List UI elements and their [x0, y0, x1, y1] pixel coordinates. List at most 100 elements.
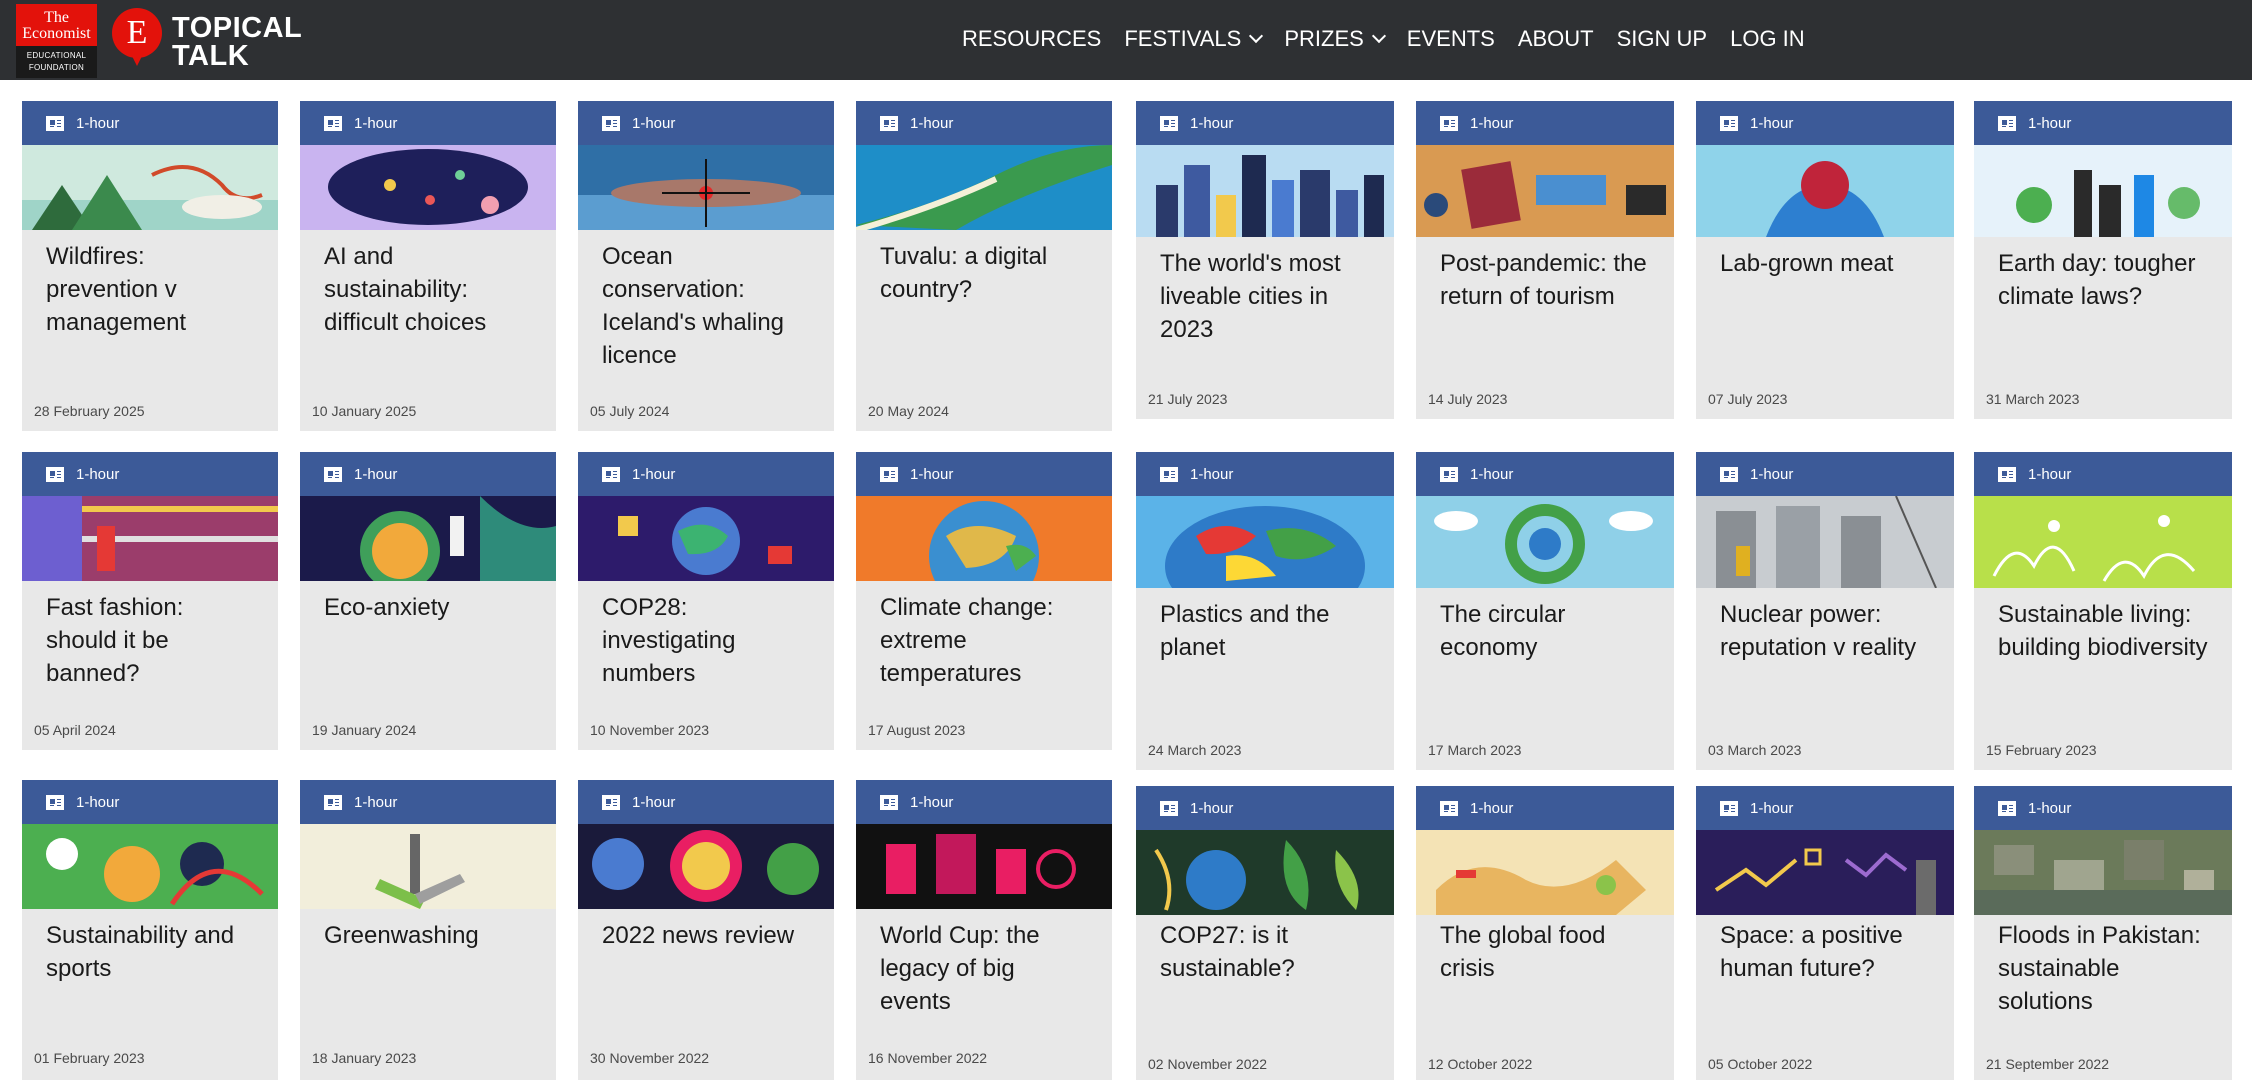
lesson-card[interactable]: 1-hour Tuvalu: a digital country? 20 May…: [856, 101, 1112, 431]
lesson-card[interactable]: 1-hour Earth day: tougher climate laws? …: [1974, 101, 2232, 419]
card-title[interactable]: Eco-anxiety: [324, 591, 534, 624]
lesson-card[interactable]: 1-hour COP27: is it sustainable? 02 Nove…: [1136, 786, 1394, 1080]
lesson-card[interactable]: 1-hour Lab-grown meat 07 July 2023: [1696, 101, 1954, 419]
card-title[interactable]: Nuclear power: reputation v reality: [1720, 598, 1930, 664]
card-duration: 1-hour: [1190, 114, 1234, 132]
card-header-bar: 1-hour: [300, 452, 556, 496]
card-date: 02 November 2022: [1148, 1056, 1268, 1072]
topical-talk-logo[interactable]: TOPICAL TALK: [172, 14, 302, 71]
card-header-bar: 1-hour: [1416, 452, 1674, 496]
lesson-card[interactable]: 1-hour World Cup: the legacy of big even…: [856, 780, 1112, 1080]
card-duration: 1-hour: [910, 793, 954, 811]
nav-prizes-label: PRIZES: [1284, 26, 1364, 51]
card-duration: 1-hour: [1470, 799, 1514, 817]
card-title[interactable]: Sustainable living: building biodiversit…: [1998, 598, 2208, 664]
card-title[interactable]: Wildfires: prevention v management: [46, 240, 256, 339]
chevron-down-icon: [1249, 28, 1264, 44]
lesson-card[interactable]: 1-hour Climate change: extreme temperatu…: [856, 452, 1112, 750]
card-title[interactable]: The circular economy: [1440, 598, 1650, 664]
card-title[interactable]: AI and sustainability: difficult choices: [324, 240, 534, 339]
card-header-bar: 1-hour: [856, 452, 1112, 496]
lesson-card[interactable]: 1-hour Plastics and the planet 24 March …: [1136, 452, 1394, 770]
lesson-card[interactable]: 1-hour Greenwashing 18 January 2023: [300, 780, 556, 1080]
nav-about[interactable]: ABOUT: [1518, 26, 1594, 52]
lesson-card[interactable]: 1-hour The world's most liveable cities …: [1136, 101, 1394, 419]
nav-events[interactable]: EVENTS: [1407, 26, 1495, 52]
lesson-doc-icon: [1720, 800, 1738, 816]
card-image: [1696, 496, 1954, 588]
lesson-card[interactable]: 1-hour Space: a positive human future? 0…: [1696, 786, 1954, 1080]
card-date: 05 October 2022: [1708, 1056, 1813, 1072]
card-title[interactable]: Plastics and the planet: [1160, 598, 1370, 664]
economist-logo-title: The Economist: [22, 9, 91, 42]
card-header-bar: 1-hour: [578, 452, 834, 496]
card-title[interactable]: 2022 news review: [602, 919, 812, 952]
card-header-bar: 1-hour: [22, 780, 278, 824]
nav-about-label: ABOUT: [1517, 26, 1594, 51]
card-title[interactable]: COP27: is it sustainable?: [1160, 919, 1370, 985]
card-title[interactable]: The global food crisis: [1440, 919, 1650, 985]
card-duration: 1-hour: [1190, 465, 1234, 483]
card-duration: 1-hour: [632, 114, 676, 132]
card-image: [1416, 830, 1674, 915]
lesson-card[interactable]: 1-hour COP28: investigating numbers 10 N…: [578, 452, 834, 750]
card-title[interactable]: Greenwashing: [324, 919, 534, 952]
lesson-card[interactable]: 1-hour 2022 news review 30 November 2022: [578, 780, 834, 1080]
lesson-doc-icon: [46, 794, 64, 810]
nav-prizes[interactable]: PRIZES: [1284, 26, 1386, 52]
card-image: [578, 496, 834, 581]
card-title[interactable]: Lab-grown meat: [1720, 247, 1930, 280]
card-duration: 1-hour: [1470, 465, 1514, 483]
card-title[interactable]: COP28: investigating numbers: [602, 591, 812, 690]
card-title[interactable]: The world's most liveable cities in 2023: [1160, 247, 1370, 346]
card-duration: 1-hour: [1750, 465, 1794, 483]
lesson-card[interactable]: 1-hour Fast fashion: should it be banned…: [22, 452, 278, 750]
card-header-bar: 1-hour: [1136, 786, 1394, 830]
card-duration: 1-hour: [76, 114, 120, 132]
lesson-card[interactable]: 1-hour Post-pandemic: the return of tour…: [1416, 101, 1674, 419]
card-title[interactable]: Sustainability and sports: [46, 919, 256, 985]
lesson-card[interactable]: 1-hour Nuclear power: reputation v reali…: [1696, 452, 1954, 770]
lesson-doc-icon: [1998, 466, 2016, 482]
lesson-card[interactable]: 1-hour Eco-anxiety 19 January 2024: [300, 452, 556, 750]
lesson-card[interactable]: 1-hour Ocean conservation: Iceland's wha…: [578, 101, 834, 431]
lesson-card[interactable]: 1-hour The global food crisis 12 October…: [1416, 786, 1674, 1080]
card-image: [1696, 145, 1954, 237]
card-title[interactable]: Climate change: extreme temperatures: [880, 591, 1090, 690]
card-header-bar: 1-hour: [1974, 786, 2232, 830]
topical-talk-badge-icon[interactable]: E: [112, 8, 162, 66]
card-date: 18 January 2023: [312, 1050, 417, 1066]
lesson-card[interactable]: 1-hour Sustainable living: building biod…: [1974, 452, 2232, 770]
card-date: 07 July 2023: [1708, 391, 1788, 407]
nav-sign-up[interactable]: SIGN UP: [1617, 26, 1707, 52]
nav-log-in[interactable]: LOG IN: [1730, 26, 1805, 52]
card-title[interactable]: Tuvalu: a digital country?: [880, 240, 1090, 306]
card-title[interactable]: Floods in Pakistan: sustainable solution…: [1998, 919, 2208, 1018]
card-image: [22, 145, 278, 230]
card-header-bar: 1-hour: [1696, 101, 1954, 145]
card-title[interactable]: Fast fashion: should it be banned?: [46, 591, 256, 690]
card-image: [578, 145, 834, 230]
economist-foundation-logo[interactable]: The Economist EDUCATIONAL FOUNDATION: [16, 4, 97, 78]
lesson-card[interactable]: 1-hour AI and sustainability: difficult …: [300, 101, 556, 431]
card-title[interactable]: World Cup: the legacy of big events: [880, 919, 1090, 1018]
card-title[interactable]: Earth day: tougher climate laws?: [1998, 247, 2208, 313]
site-header: The Economist EDUCATIONAL FOUNDATION E T…: [0, 0, 2252, 80]
card-image: [22, 824, 278, 909]
card-date: 28 February 2025: [34, 403, 145, 419]
card-duration: 1-hour: [1190, 799, 1234, 817]
card-date: 03 March 2023: [1708, 742, 1802, 758]
nav-resources[interactable]: RESOURCES: [962, 26, 1101, 52]
lesson-card[interactable]: 1-hour The circular economy 17 March 202…: [1416, 452, 1674, 770]
nav-festivals[interactable]: FESTIVALS: [1124, 26, 1264, 52]
lesson-card[interactable]: 1-hour Sustainability and sports 01 Febr…: [22, 780, 278, 1080]
lesson-card[interactable]: 1-hour Wildfires: prevention v managemen…: [22, 101, 278, 431]
card-title[interactable]: Post-pandemic: the return of tourism: [1440, 247, 1650, 313]
card-title[interactable]: Space: a positive human future?: [1720, 919, 1930, 985]
card-header-bar: 1-hour: [1416, 101, 1674, 145]
lesson-doc-icon: [1440, 466, 1458, 482]
card-title[interactable]: Ocean conservation: Iceland's whaling li…: [602, 240, 812, 372]
lesson-doc-icon: [602, 794, 620, 810]
lesson-card[interactable]: 1-hour Floods in Pakistan: sustainable s…: [1974, 786, 2232, 1080]
card-duration: 1-hour: [354, 114, 398, 132]
